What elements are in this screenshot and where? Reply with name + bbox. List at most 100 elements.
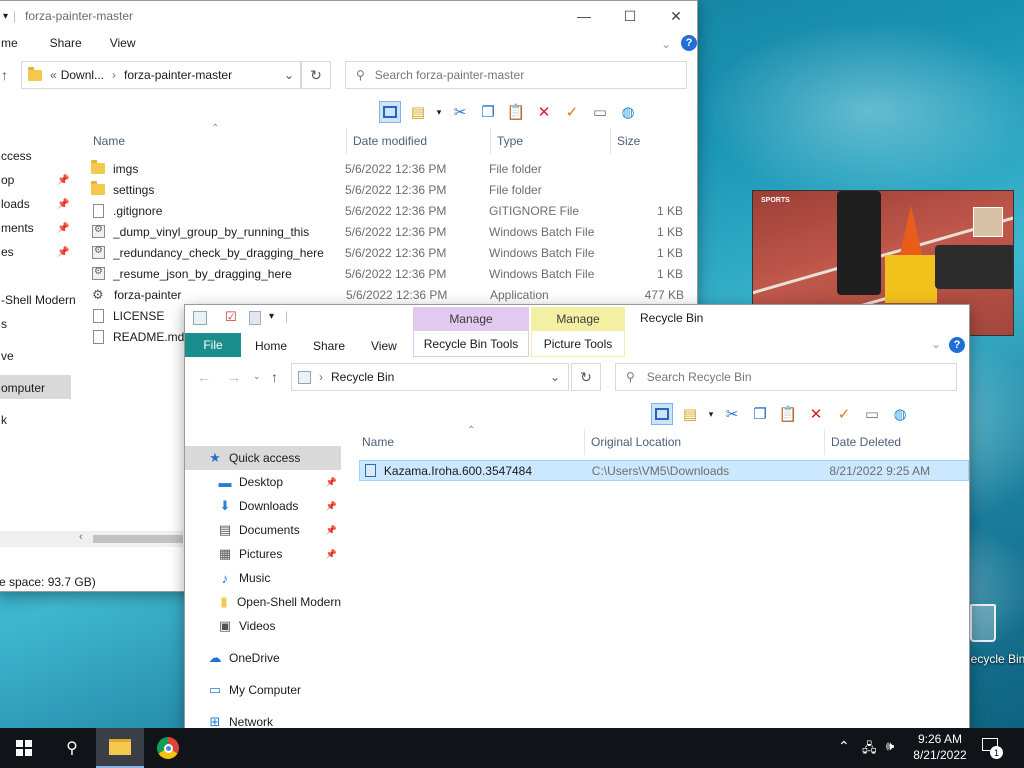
chevron-up-icon[interactable]: ⌃ — [838, 738, 850, 755]
nav-item-my-computer[interactable]: ▭ My Computer — [185, 678, 341, 702]
nav-item-pictures[interactable]: ▦ Pictures 📌 — [185, 542, 341, 566]
chevron-down-icon[interactable]: ⌄ — [661, 37, 671, 51]
nav-item[interactable]: es — [1, 245, 14, 259]
view-options-icon[interactable]: ▤ — [679, 403, 701, 425]
delete-icon[interactable]: ✕ — [533, 101, 555, 123]
column-date-deleted[interactable]: Date Deleted — [825, 429, 965, 455]
start-button[interactable] — [0, 728, 48, 768]
forward-arrow-icon[interactable]: → — [227, 369, 241, 385]
search-taskbar-button[interactable]: ⚲ — [48, 728, 96, 768]
tab-share[interactable]: Share — [313, 339, 345, 353]
manage-picture-context-tab[interactable]: Manage — [531, 307, 625, 331]
up-arrow-icon[interactable]: ↑ — [1, 67, 8, 83]
help-icon[interactable]: ? — [681, 35, 697, 51]
nav-item[interactable]: loads — [1, 197, 30, 211]
refresh-button[interactable]: ↻ — [301, 61, 331, 89]
up-arrow-icon[interactable]: ↑ — [271, 369, 278, 385]
quick-access-toolbar-icon[interactable]: ▾ — [3, 11, 8, 22]
file-explorer-taskbar-button[interactable] — [96, 728, 144, 768]
tab-home[interactable]: Home — [255, 339, 287, 353]
list-item-selected[interactable]: Kazama.Iroha.600.3547484 C:\Users\VM5\Do… — [359, 460, 969, 481]
nav-item-open-shell-modern[interactable]: ▮ Open-Shell Modern — [185, 590, 341, 614]
close-button[interactable]: ✕ — [653, 1, 699, 31]
chrome-taskbar-button[interactable] — [144, 728, 192, 768]
nav-item-documents[interactable]: ▤ Documents 📌 — [185, 518, 341, 542]
search-input[interactable]: ⚲ Search forza-painter-master — [345, 61, 687, 89]
manage-recycle-context-tab[interactable]: Manage — [413, 307, 529, 331]
paste-icon[interactable]: 📋 — [505, 101, 527, 123]
chevron-down-icon[interactable]: ▾ — [269, 311, 274, 322]
breadcrumb-current[interactable]: Recycle Bin — [331, 370, 394, 384]
nav-item[interactable]: s — [1, 317, 7, 331]
file-row[interactable]: imgs 5/6/2022 12:36 PM File folder — [91, 158, 687, 179]
tab-view[interactable]: View — [371, 339, 397, 353]
help-icon[interactable]: ? — [949, 337, 965, 353]
file-row[interactable]: _redundancy_check_by_dragging_here 5/6/20… — [91, 242, 687, 263]
chevron-down-icon[interactable]: ▾ — [707, 403, 715, 425]
cut-icon[interactable]: ✂ — [721, 403, 743, 425]
minimize-button[interactable]: — — [561, 1, 607, 31]
volume-icon[interactable]: 🕪 — [886, 738, 894, 754]
nav-item[interactable]: -Shell Modern — [1, 293, 76, 307]
tab-file[interactable]: File — [185, 333, 241, 357]
tab-share[interactable]: Share — [36, 36, 96, 50]
open-shell-icon[interactable]: ◍ — [889, 403, 911, 425]
delete-icon[interactable]: ✕ — [805, 403, 827, 425]
copy-icon[interactable]: ❐ — [477, 101, 499, 123]
file-row[interactable]: _resume_json_by_dragging_here 5/6/2022 12… — [91, 263, 687, 284]
tab-view[interactable]: View — [96, 36, 150, 50]
properties-quick-icon[interactable]: ☑ — [225, 309, 237, 325]
column-name[interactable]: Name — [357, 429, 585, 455]
cut-icon[interactable]: ✂ — [449, 101, 471, 123]
tab-home[interactable]: me — [0, 36, 36, 50]
chevron-down-icon[interactable]: ⌄ — [550, 370, 560, 384]
paste-icon[interactable]: 📋 — [777, 403, 799, 425]
maximize-button[interactable]: ☐ — [607, 1, 653, 31]
column-original-location[interactable]: Original Location — [585, 429, 825, 455]
scroll-left-icon[interactable]: ‹ — [79, 531, 83, 543]
nav-item[interactable]: ve — [1, 349, 14, 363]
action-center-button[interactable]: 1 — [980, 736, 1004, 760]
column-type[interactable]: Type — [491, 128, 611, 154]
breadcrumb-current[interactable]: forza-painter-master — [124, 68, 232, 82]
address-bar[interactable]: « Downl... › forza-painter-master ⌄ — [21, 61, 301, 89]
refresh-button[interactable]: ↻ — [571, 363, 601, 391]
chevron-down-icon[interactable]: ⌄ — [931, 337, 941, 351]
recent-locations-icon[interactable]: ⌄ — [253, 371, 261, 382]
nav-item-music[interactable]: ♪ Music — [185, 566, 341, 590]
search-input[interactable]: ⚲ Search Recycle Bin — [615, 363, 957, 391]
scroll-thumb[interactable] — [93, 535, 183, 543]
new-folder-quick-icon[interactable] — [249, 311, 261, 325]
chevron-down-icon[interactable]: ▾ — [435, 101, 443, 123]
nav-item[interactable]: k — [1, 413, 7, 427]
preview-pane-icon[interactable] — [651, 403, 673, 425]
file-row[interactable]: settings 5/6/2022 12:36 PM File folder — [91, 179, 687, 200]
file-row[interactable]: ⚙ forza-painter 5/6/2022 12:36 PM Applicati… — [91, 284, 687, 305]
checkmark-icon[interactable]: ✓ — [561, 101, 583, 123]
column-size[interactable]: Size — [611, 128, 691, 154]
file-row[interactable]: .gitignore 5/6/2022 12:36 PM GITIGNORE Fil… — [91, 200, 687, 221]
tab-picture-tools[interactable]: Picture Tools — [531, 331, 625, 357]
address-bar[interactable]: › Recycle Bin ⌄ — [291, 363, 569, 391]
nav-item-desktop[interactable]: ▬ Desktop 📌 — [185, 470, 341, 494]
properties-icon[interactable]: ▭ — [589, 101, 611, 123]
nav-item[interactable]: op — [1, 173, 14, 187]
checkmark-icon[interactable]: ✓ — [833, 403, 855, 425]
horizontal-scrollbar[interactable]: ‹ — [0, 531, 183, 547]
column-name[interactable]: Name — [87, 128, 347, 154]
copy-icon[interactable]: ❐ — [749, 403, 771, 425]
tab-recycle-bin-tools[interactable]: Recycle Bin Tools — [413, 331, 529, 357]
chevron-down-icon[interactable]: ⌄ — [284, 68, 294, 82]
column-date[interactable]: Date modified — [347, 128, 491, 154]
nav-item-downloads[interactable]: ⬇ Downloads 📌 — [185, 494, 341, 518]
file-row[interactable]: _dump_vinyl_group_by_running_this 5/6/202… — [91, 221, 687, 242]
view-options-icon[interactable]: ▤ — [407, 101, 429, 123]
nav-item[interactable]: ments — [1, 221, 34, 235]
breadcrumb-parent[interactable]: Downl... — [61, 68, 104, 82]
nav-item-quick-access[interactable]: ★ Quick access — [185, 446, 341, 470]
clock[interactable]: 9:26 AM 8/21/2022 — [908, 731, 972, 763]
properties-icon[interactable]: ▭ — [861, 403, 883, 425]
preview-pane-icon[interactable] — [379, 101, 401, 123]
back-arrow-icon[interactable]: ← — [197, 369, 211, 385]
open-shell-icon[interactable]: ◍ — [617, 101, 639, 123]
